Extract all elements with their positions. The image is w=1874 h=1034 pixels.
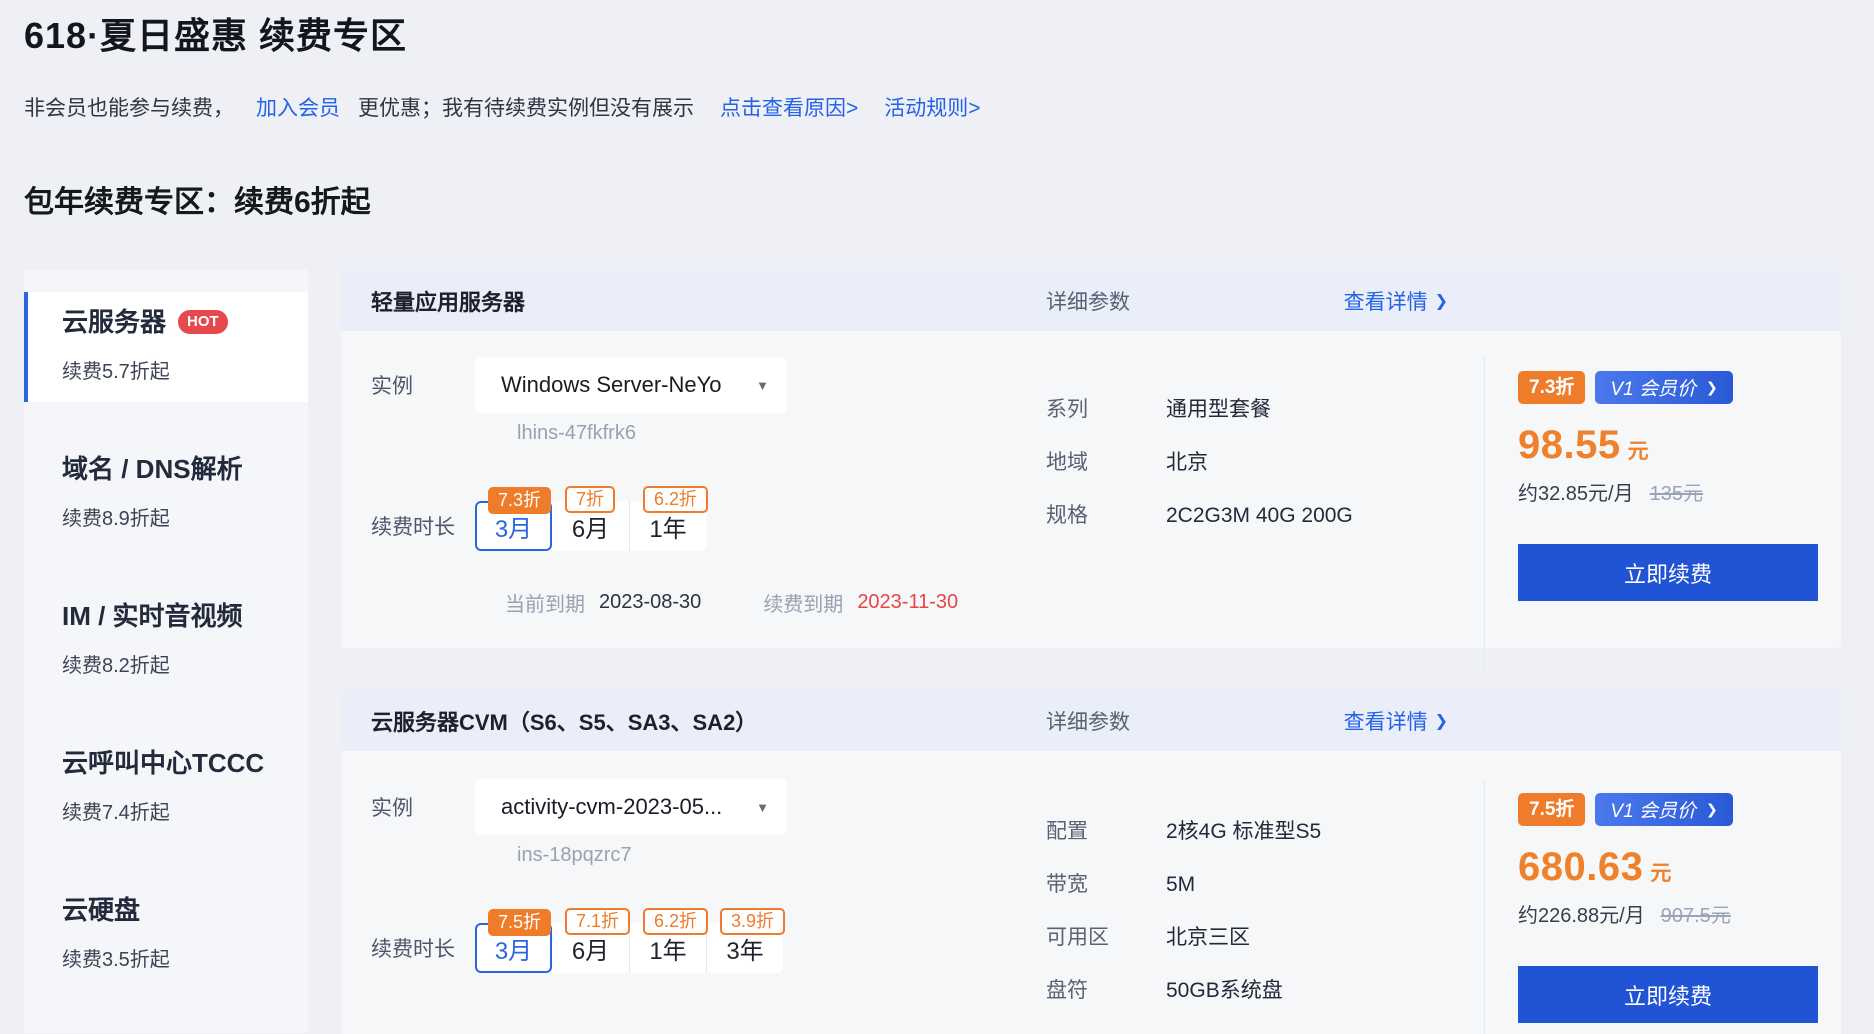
sidebar-item-tccc[interactable]: 云呼叫中心TCCC 续费7.4折起 [24, 733, 308, 843]
monthly-price: 约32.85元/月 [1518, 477, 1634, 506]
renewal-promo-page: 618·夏日盛惠 续费专区 非会员也能参与续费， 加入会员 更优惠；我有待续费实… [0, 0, 1874, 1034]
discount-badge: 7折 [565, 486, 615, 513]
params-header-label: 详细参数 [1046, 286, 1130, 316]
card-header: 轻量应用服务器 详细参数 查看详情 ❯ [341, 270, 1841, 331]
price-unit: 元 [1628, 435, 1649, 465]
sidebar-item-sub: 续费7.4折起 [62, 801, 308, 825]
discount-badge: 7.1折 [565, 908, 630, 935]
params-header-label: 详细参数 [1046, 706, 1130, 736]
content-row: 云服务器 HOT 续费5.7折起 域名 / DNS解析 续费8.9折起 IM /… [24, 270, 1841, 1033]
sidebar-item-im-trtc[interactable]: IM / 实时音视频 续费8.2折起 [24, 586, 308, 696]
chevron-right-icon: ❯ [1435, 291, 1448, 311]
original-price: 135元 [1650, 477, 1703, 506]
sidebar-item-label: 云服务器 [62, 306, 166, 338]
join-member-link[interactable]: 加入会员 [256, 96, 340, 122]
duration-option-3m[interactable]: 7.3折 3月 [475, 501, 552, 551]
sidebar-item-label: 域名 / DNS解析 [62, 453, 243, 485]
section-title: 包年续费专区：续费6折起 [24, 184, 1841, 221]
v1-member-price-badge[interactable]: V1 会员价 ❯ [1595, 793, 1732, 826]
price-amount: 98.55 [1518, 423, 1621, 468]
sidebar-item-sub: 续费5.7折起 [62, 360, 308, 384]
price-panel: 7.3折 V1 会员价 ❯ 98.55 元 约32.85元/月 [1484, 357, 1841, 674]
subtitle-text-2: 更优惠；我有待续费实例但没有展示 [358, 96, 694, 122]
discount-badge: 6.2折 [643, 908, 708, 935]
product-card-cvm: 云服务器CVM（S6、S5、SA3、SA2） 详细参数 查看详情 ❯ 实例 ac… [341, 690, 1841, 1034]
renew-expiry-label: 续费到期 [763, 588, 843, 617]
sidebar-item-cloud-server[interactable]: 云服务器 HOT 续费5.7折起 [24, 292, 308, 402]
price-amount: 680.63 [1518, 845, 1643, 890]
price-discount-badge: 7.3折 [1518, 371, 1585, 404]
instance-label: 实例 [371, 792, 475, 822]
param-row: 带宽 5M [1046, 872, 1321, 898]
sidebar-item-label: IM / 实时音视频 [62, 600, 243, 632]
sidebar-item-sub: 续费3.5折起 [62, 948, 308, 972]
duration-tabs: 7.5折 3月 7.1折 6月 6.2折 1年 [475, 923, 783, 973]
duration-option-3y[interactable]: 3.9折 3年 [706, 923, 783, 973]
card-header: 云服务器CVM（S6、S5、SA3、SA2） 详细参数 查看详情 ❯ [341, 690, 1841, 751]
price-discount-badge: 7.5折 [1518, 793, 1585, 826]
duration-label: 续费时长 [371, 511, 475, 541]
card-list: 轻量应用服务器 详细参数 查看详情 ❯ 实例 Windows Server-Ne… [341, 270, 1841, 1033]
subtitle-text: 非会员也能参与续费， [24, 96, 234, 122]
duration-option-1y[interactable]: 6.2折 1年 [629, 923, 706, 973]
price-panel: 7.5折 V1 会员价 ❯ 680.63 元 约226.88元/月 [1484, 779, 1841, 1034]
param-row: 规格 2C2G3M 40G 200G [1046, 503, 1353, 529]
duration-option-1y[interactable]: 6.2折 1年 [629, 501, 706, 551]
sidebar-item-label: 云呼叫中心TCCC [62, 747, 264, 779]
activity-rules-link[interactable]: 活动规则> [884, 96, 980, 122]
param-row: 地域 北京 [1046, 450, 1353, 476]
view-reason-link[interactable]: 点击查看原因> [720, 96, 858, 122]
view-details-link[interactable]: 查看详情 ❯ [1344, 706, 1448, 736]
caret-down-icon: ▼ [756, 800, 769, 815]
duration-option-3m[interactable]: 7.5折 3月 [475, 923, 552, 973]
caret-down-icon: ▼ [756, 378, 769, 393]
duration-option-6m[interactable]: 7折 6月 [552, 501, 629, 551]
instance-select[interactable]: activity-cvm-2023-05... ▼ [475, 779, 787, 835]
renew-expiry-date: 2023-11-30 [857, 591, 958, 614]
card-title: 轻量应用服务器 [371, 285, 525, 317]
current-expiry-date: 2023-08-30 [599, 591, 701, 614]
chevron-right-icon: ❯ [1435, 711, 1448, 731]
monthly-price: 约226.88元/月 [1518, 899, 1645, 928]
instance-select[interactable]: Windows Server-NeYo ▼ [475, 357, 787, 413]
discount-badge: 3.9折 [720, 908, 785, 935]
discount-badge: 7.5折 [488, 909, 551, 936]
page-title: 618·夏日盛惠 续费专区 [24, 14, 1841, 58]
sidebar-item-cloud-disk[interactable]: 云硬盘 续费3.5折起 [24, 880, 308, 990]
sidebar-item-label: 云硬盘 [62, 894, 140, 926]
product-card-lighthouse: 轻量应用服务器 详细参数 查看详情 ❯ 实例 Windows Server-Ne… [341, 270, 1841, 648]
original-price: 907.5元 [1661, 899, 1731, 928]
v1-member-price-badge[interactable]: V1 会员价 ❯ [1595, 371, 1732, 404]
param-row: 可用区 北京三区 [1046, 925, 1321, 951]
chevron-right-icon: ❯ [1706, 801, 1718, 818]
subtitle-row: 非会员也能参与续费， 加入会员 更优惠；我有待续费实例但没有展示 点击查看原因>… [24, 96, 1841, 122]
param-row: 系列 通用型套餐 [1046, 397, 1353, 423]
current-expiry-label: 当前到期 [505, 588, 585, 617]
param-row: 盘符 50GB系统盘 [1046, 978, 1321, 1004]
duration-label: 续费时长 [371, 933, 475, 963]
chevron-right-icon: ❯ [1706, 379, 1718, 396]
price-unit: 元 [1650, 857, 1671, 887]
hot-badge: HOT [178, 310, 228, 334]
instance-label: 实例 [371, 370, 475, 400]
sidebar-item-domain-dns[interactable]: 域名 / DNS解析 续费8.9折起 [24, 439, 308, 549]
discount-badge: 7.3折 [488, 487, 551, 514]
category-sidebar: 云服务器 HOT 续费5.7折起 域名 / DNS解析 续费8.9折起 IM /… [24, 270, 308, 1033]
params-column: 配置 2核4G 标准型S5 带宽 5M 可用区 北京三区 盘符 [1046, 819, 1321, 1031]
renew-now-button[interactable]: 立即续费 [1518, 966, 1818, 1023]
param-row: 配置 2核4G 标准型S5 [1046, 819, 1321, 845]
discount-badge: 6.2折 [643, 486, 708, 513]
sidebar-item-sub: 续费8.9折起 [62, 507, 308, 531]
view-details-link[interactable]: 查看详情 ❯ [1344, 286, 1448, 316]
renew-now-button[interactable]: 立即续费 [1518, 544, 1818, 601]
params-column: 系列 通用型套餐 地域 北京 规格 2C2G3M 40G 200G [1046, 397, 1353, 556]
duration-tabs: 7.3折 3月 7折 6月 6.2折 1年 [475, 501, 706, 551]
sidebar-item-sub: 续费8.2折起 [62, 654, 308, 678]
card-title: 云服务器CVM（S6、S5、SA3、SA2） [371, 705, 757, 737]
duration-option-6m[interactable]: 7.1折 6月 [552, 923, 629, 973]
